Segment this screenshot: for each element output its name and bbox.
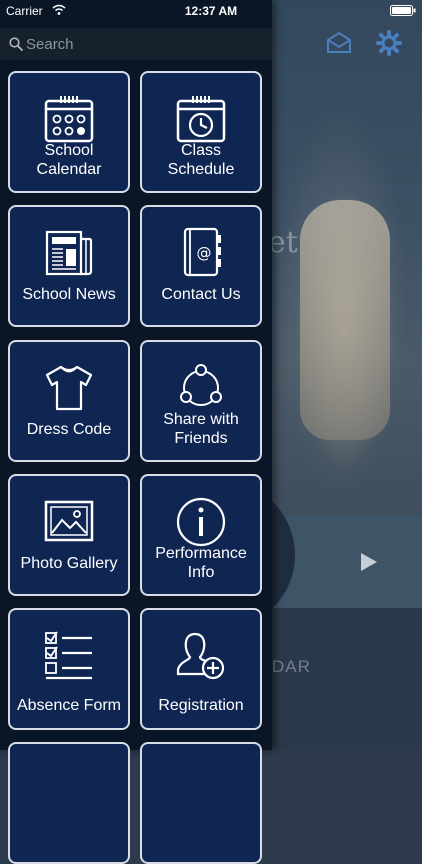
newspaper-icon: [45, 230, 93, 276]
menu-tile-dress-code[interactable]: Dress Code: [8, 340, 130, 462]
status-bar: Carrier 12:37 AM: [0, 0, 422, 22]
menu-label-text: Absence Form: [16, 696, 122, 714]
search-input[interactable]: [26, 33, 262, 55]
battery-icon: [390, 5, 416, 16]
photo-icon: [44, 500, 94, 542]
side-menu-drawer: School Calendar Class Schedule: [0, 0, 272, 864]
menu-tile-label: Absence Form: [14, 692, 124, 718]
calendar-section-label[interactable]: DAR: [272, 657, 311, 677]
shirt-icon: [45, 365, 93, 411]
status-time: 12:37 AM: [184, 4, 238, 18]
mail-icon[interactable]: [326, 30, 352, 56]
menu-label-text: Performance Info: [155, 545, 247, 581]
menu-tile-partial-left[interactable]: [8, 742, 130, 864]
svg-text:@: @: [197, 244, 212, 262]
address-book-icon: @: [183, 227, 221, 277]
menu-tile-registration[interactable]: Registration: [140, 608, 262, 730]
menu-label-text: School Calendar: [36, 142, 102, 178]
share-icon: [180, 364, 222, 406]
menu-label-text: Dress Code: [26, 420, 112, 438]
menu-tile-label: Contact Us: [146, 281, 256, 307]
hero-title-fragment: et: [268, 225, 298, 260]
search-bar: [0, 28, 272, 60]
menu-tile-label: School Calendar: [14, 135, 124, 185]
menu-tile-school-calendar[interactable]: School Calendar: [8, 71, 130, 193]
menu-label-text: Class Schedule: [167, 142, 235, 178]
menu-label-text: Share with Friends: [163, 411, 239, 447]
menu-tile-label: Dress Code: [14, 416, 124, 442]
menu-label-text: Registration: [158, 696, 244, 714]
menu-tile-label: Photo Gallery: [14, 550, 124, 576]
play-icon[interactable]: [360, 552, 378, 572]
menu-label-text: Contact Us: [161, 285, 241, 303]
menu-tile-label: School News: [14, 281, 124, 307]
menu-tile-label: Registration: [146, 692, 256, 718]
menu-label-text: School News: [22, 285, 116, 303]
gear-icon[interactable]: [376, 30, 402, 56]
menu-tile-school-news[interactable]: School News: [8, 205, 130, 327]
schedule-clock-icon: [176, 96, 226, 143]
menu-tile-absence-form[interactable]: Absence Form: [8, 608, 130, 730]
menu-tile-photo-gallery[interactable]: Photo Gallery: [8, 474, 130, 596]
menu-tile-partial-right[interactable]: [140, 742, 262, 864]
menu-tile-performance-info[interactable]: Performance Info: [140, 474, 262, 596]
ballet-shoe-image: [300, 200, 390, 440]
checklist-icon: [45, 631, 92, 680]
menu-tile-share-with-friends[interactable]: Share with Friends: [140, 340, 262, 462]
add-user-icon: [176, 632, 225, 680]
menu-tile-class-schedule[interactable]: Class Schedule: [140, 71, 262, 193]
menu-label-text: Photo Gallery: [20, 554, 118, 572]
search-icon: [9, 37, 23, 51]
menu-tile-contact-us[interactable]: @ Contact Us: [140, 205, 262, 327]
menu-tile-label: Share with Friends: [146, 404, 256, 454]
menu-tile-label: Class Schedule: [146, 142, 256, 178]
menu-tile-label: Performance Info: [146, 538, 256, 588]
